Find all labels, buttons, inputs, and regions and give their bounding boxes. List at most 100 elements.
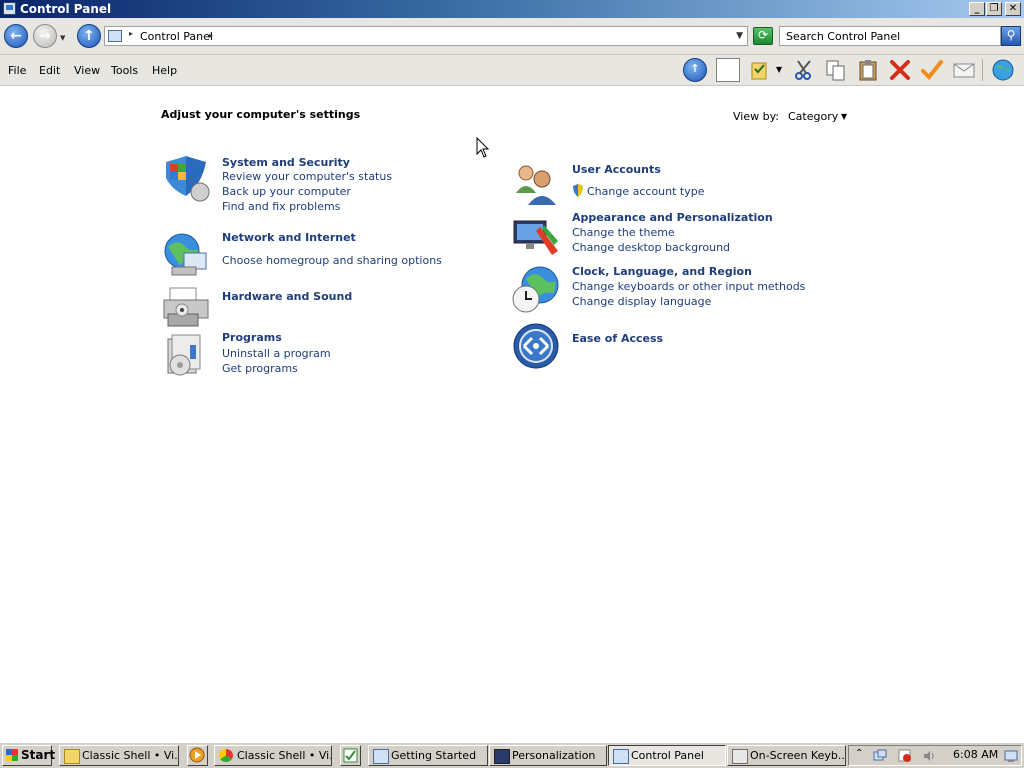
back-button[interactable]: ← (4, 24, 28, 48)
up-arrow-icon: ↑ (83, 28, 95, 44)
taskbar-button-label: Classic Shell • Vi... (237, 749, 332, 762)
link-desktop-background[interactable]: Change desktop background (572, 241, 730, 254)
search-input[interactable]: Search Control Panel (779, 26, 1001, 46)
link-backup[interactable]: Back up your computer (222, 185, 351, 198)
taskbar-button-label: Classic Shell • Vi... (82, 749, 179, 762)
views-dropdown-icon[interactable]: ▼ (776, 58, 786, 82)
breadcrumb-separator-icon[interactable]: ▸ (129, 29, 133, 38)
address-field[interactable]: ▸ Control Panel ▸ ▼ (104, 26, 748, 46)
quick-launch-icon[interactable] (340, 745, 361, 766)
monitor-paint-icon[interactable] (512, 211, 560, 259)
breadcrumb-chevron-icon[interactable]: ▸ (209, 31, 213, 40)
taskbar-button-classic-shell-1[interactable]: Classic Shell • Vi... (59, 745, 179, 766)
link-display-language[interactable]: Change display language (572, 295, 711, 308)
copy-icon[interactable] (824, 58, 848, 82)
action-center-warning-icon[interactable] (898, 749, 912, 763)
mail-icon[interactable] (952, 58, 976, 82)
printer-icon[interactable] (162, 284, 210, 332)
menu-tools[interactable]: Tools (111, 64, 138, 77)
category-title[interactable]: Network and Internet (222, 231, 356, 244)
keyboard-icon (732, 749, 748, 764)
taskbar-button-classic-shell-2[interactable]: Classic Shell • Vi... (214, 745, 332, 766)
control-panel-icon (108, 30, 122, 42)
refresh-button[interactable]: ⟳ (753, 27, 773, 45)
cut-icon[interactable] (792, 58, 816, 82)
recent-pages-dropdown[interactable]: ▼ (60, 34, 65, 42)
globe-icon[interactable] (991, 58, 1015, 82)
taskbar-button-label: Personalization (512, 749, 596, 762)
uac-shield-icon (573, 184, 583, 197)
menu-file[interactable]: File (8, 64, 26, 77)
paste-icon[interactable] (856, 58, 880, 82)
taskbar-clock[interactable]: 6:08 AM (953, 748, 998, 761)
menu-view[interactable]: View (74, 64, 100, 77)
forward-arrow-icon: → (39, 28, 51, 44)
maximize-button[interactable]: ❐ (986, 2, 1002, 16)
view-by-select[interactable]: Category (788, 110, 838, 123)
link-review-status[interactable]: Review your computer's status (222, 170, 392, 183)
folders-pane-icon[interactable] (716, 58, 740, 82)
link-change-theme[interactable]: Change the theme (572, 226, 675, 239)
link-text[interactable]: Change account type (587, 185, 705, 198)
taskbar-button-label: Getting Started (391, 749, 477, 762)
taskbar-button-personalization[interactable]: Personalization (489, 745, 607, 766)
category-title[interactable]: Programs (222, 331, 282, 344)
category-clock-language: Clock, Language, and Region Change keybo… (512, 265, 812, 317)
minimize-button[interactable]: _ (969, 2, 985, 16)
category-appearance: Appearance and Personalization Change th… (512, 211, 812, 259)
tray-expand-icon[interactable]: ⌃ (855, 748, 863, 759)
start-button[interactable]: Start (2, 745, 56, 766)
menu-edit[interactable]: Edit (39, 64, 60, 77)
category-title[interactable]: Clock, Language, and Region (572, 265, 752, 278)
volume-icon[interactable] (922, 749, 936, 763)
taskbar-button-getting-started[interactable]: Getting Started (368, 745, 488, 766)
link-get-programs[interactable]: Get programs (222, 362, 298, 375)
network-tray-icon[interactable] (873, 749, 887, 763)
menu-bar: File Edit View Tools Help ↑ ▼ (0, 55, 1024, 86)
address-toolbar: ← → ▼ ↑ ▸ Control Panel ▸ ▼ ⟳ Search Con… (0, 18, 1024, 55)
link-change-keyboards[interactable]: Change keyboards or other input methods (572, 280, 805, 293)
link-change-account-type[interactable]: Change account type (572, 184, 705, 198)
shield-icon[interactable] (162, 156, 210, 204)
page-heading: Adjust your computer's settings (161, 108, 361, 121)
getting-started-icon (373, 749, 389, 764)
address-dropdown-icon[interactable]: ▼ (736, 31, 743, 41)
up-button[interactable]: ↑ (77, 24, 101, 48)
link-find-fix[interactable]: Find and fix problems (222, 200, 340, 213)
delete-icon[interactable] (888, 58, 912, 82)
link-homegroup[interactable]: Choose homegroup and sharing options (222, 254, 442, 267)
media-player-icon[interactable] (187, 745, 208, 766)
category-title[interactable]: System and Security (222, 156, 350, 169)
start-label: Start (21, 748, 56, 762)
category-user-accounts: User Accounts Change account type (512, 163, 812, 205)
taskbar-button-on-screen-keyboard[interactable]: On-Screen Keyb... (727, 745, 846, 766)
menu-help[interactable]: Help (152, 64, 177, 77)
category-hardware-sound: Hardware and Sound (162, 284, 442, 332)
network-globe-icon[interactable] (162, 231, 210, 279)
users-icon[interactable] (512, 163, 560, 211)
close-button[interactable]: ✕ (1005, 2, 1021, 16)
taskbar-button-control-panel[interactable]: Control Panel (608, 745, 726, 766)
view-by-dropdown-icon[interactable]: ▼ (841, 112, 847, 121)
category-network-internet: Network and Internet Choose homegroup an… (162, 231, 462, 279)
properties-check-icon[interactable] (920, 58, 944, 82)
ease-of-access-icon[interactable] (512, 322, 560, 370)
category-title[interactable]: Ease of Access (572, 332, 663, 345)
folder-views-icon[interactable] (748, 58, 772, 82)
up-folder-icon[interactable]: ↑ (683, 58, 707, 82)
category-system-security: System and Security Review your computer… (162, 156, 442, 216)
clock-globe-icon[interactable] (512, 265, 560, 313)
category-programs: Programs Uninstall a program Get program… (162, 331, 442, 383)
forward-button[interactable]: → (33, 24, 57, 48)
category-title[interactable]: User Accounts (572, 163, 661, 176)
taskbar: Start Classic Shell • Vi... Classic Shel… (0, 742, 1024, 768)
link-uninstall[interactable]: Uninstall a program (222, 347, 331, 360)
windows-flag-icon (6, 749, 18, 761)
programs-box-icon[interactable] (162, 331, 210, 379)
breadcrumb-control-panel[interactable]: Control Panel (140, 30, 213, 43)
show-desktop-icon[interactable] (1004, 749, 1018, 763)
category-title[interactable]: Appearance and Personalization (572, 211, 773, 224)
category-title[interactable]: Hardware and Sound (222, 290, 352, 303)
back-arrow-icon: ← (10, 28, 22, 44)
search-button[interactable]: ⚲ (1001, 26, 1021, 46)
